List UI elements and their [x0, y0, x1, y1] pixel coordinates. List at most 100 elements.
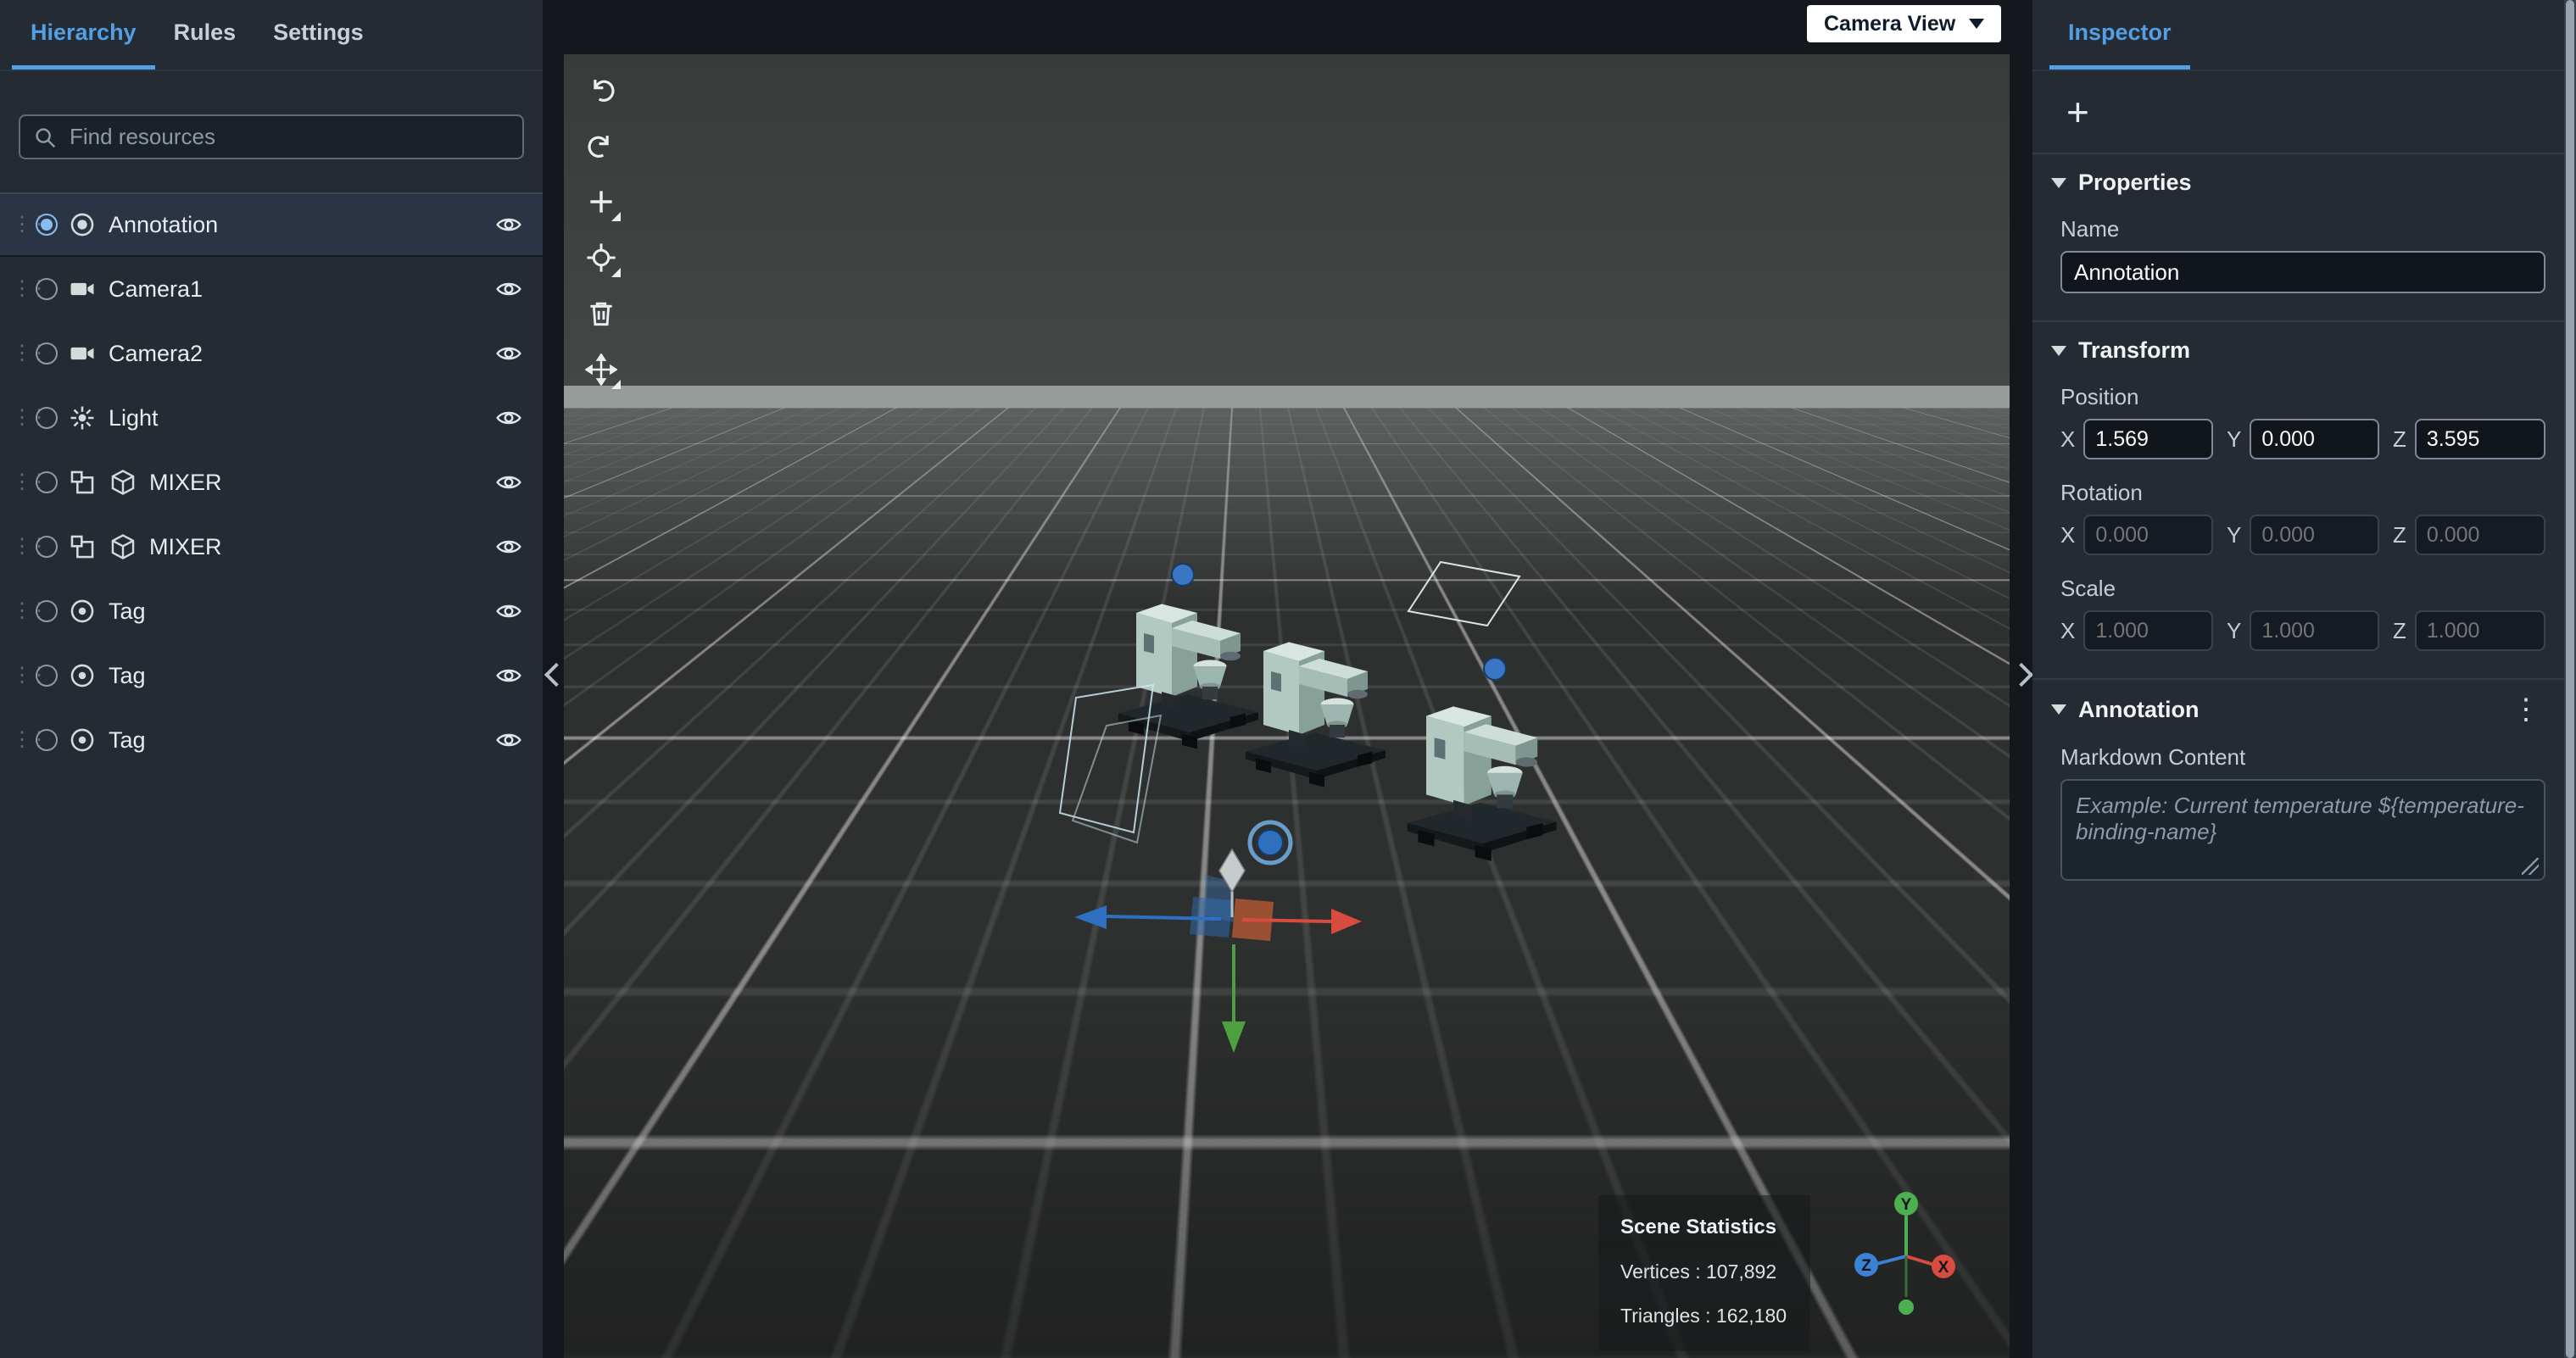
radio[interactable]: [36, 536, 58, 558]
hierarchy-panel: Hierarchy Rules Settings Annotation: [0, 0, 543, 1358]
radio[interactable]: [36, 407, 58, 429]
visibility-eye-icon[interactable]: [495, 726, 522, 754]
mixer-model-3[interactable]: [1407, 706, 1557, 861]
resize-handle-icon[interactable]: [2522, 858, 2539, 875]
search-icon: [32, 125, 58, 150]
position-row: X Y Z: [2060, 419, 2545, 459]
position-x-field[interactable]: [2083, 419, 2213, 459]
name-field[interactable]: [2060, 251, 2545, 293]
selected-anchor-handle[interactable]: [1247, 820, 1293, 865]
tree-row-annotation[interactable]: Annotation: [0, 192, 543, 257]
scene-objects-layer: Y Z X: [1058, 560, 1955, 1315]
add-component-button[interactable]: +: [2066, 92, 2089, 131]
mixer-model-2[interactable]: [1246, 642, 1386, 788]
visibility-eye-icon[interactable]: [495, 404, 522, 431]
rotation-x-field: [2083, 515, 2213, 555]
camera-icon: [68, 275, 97, 303]
tree-row-tag1[interactable]: Tag: [0, 579, 543, 643]
scrollbar-thumb[interactable]: [2566, 0, 2574, 1358]
section-properties-header[interactable]: Properties: [2051, 170, 2545, 196]
drag-handle-icon[interactable]: [12, 472, 36, 493]
tab-hierarchy[interactable]: Hierarchy: [12, 0, 155, 70]
anchor-handle-2[interactable]: [1483, 657, 1507, 681]
visibility-eye-icon[interactable]: [495, 533, 522, 560]
camera-icon: [68, 339, 97, 368]
radio[interactable]: [36, 600, 58, 622]
tree-row-camera2[interactable]: Camera2: [0, 321, 543, 386]
redo-button[interactable]: [577, 122, 625, 170]
drag-handle-icon[interactable]: [12, 730, 36, 750]
section-properties: Properties Name: [2032, 153, 2576, 298]
radio-selected[interactable]: [36, 214, 58, 236]
radio[interactable]: [36, 729, 58, 751]
search-input[interactable]: [19, 114, 524, 159]
radio[interactable]: [36, 471, 58, 493]
tree-row-mixer1[interactable]: MIXER: [0, 450, 543, 515]
translate-gizmo[interactable]: [1074, 848, 1362, 1053]
scene-statistics-triangles: Triangles : 162,180: [1620, 1305, 1787, 1327]
radio[interactable]: [36, 342, 58, 365]
tree-item-label: Light: [109, 404, 159, 431]
tree-row-mixer2[interactable]: MIXER: [0, 515, 543, 579]
drag-handle-icon[interactable]: [12, 279, 36, 299]
visibility-eye-icon[interactable]: [495, 340, 522, 367]
markdown-content-textarea[interactable]: [2060, 779, 2545, 881]
section-annotation: Annotation Markdown Content: [2032, 678, 2576, 890]
tree-item-label: Camera2: [109, 340, 204, 366]
tag-icon: [68, 661, 97, 690]
delete-button[interactable]: [577, 290, 625, 337]
scene-statistics-title: Scene Statistics: [1620, 1216, 1777, 1238]
placement-tool-button[interactable]: [577, 234, 625, 281]
tree-row-tag3[interactable]: Tag: [0, 708, 543, 772]
axis-z-label: Z: [2393, 521, 2406, 548]
tree-item-label: Tag: [109, 598, 146, 624]
tag-icon: [68, 726, 97, 754]
visibility-eye-icon[interactable]: [495, 275, 522, 303]
drag-handle-icon[interactable]: [12, 343, 36, 364]
section-transform: Transform Position X Y Z Rotation: [2032, 320, 2576, 656]
scene-hierarchy-tree: Annotation Camera1 Camera2: [0, 192, 543, 772]
visibility-eye-icon[interactable]: [495, 469, 522, 496]
drag-handle-icon[interactable]: [12, 537, 36, 557]
add-object-button[interactable]: [577, 178, 625, 225]
drag-handle-icon[interactable]: [12, 601, 36, 621]
tree-item-label: MIXER: [149, 533, 222, 559]
camera-view-label: Camera View: [1824, 11, 1956, 36]
drag-handle-icon[interactable]: [12, 214, 36, 235]
radio[interactable]: [36, 278, 58, 300]
radio[interactable]: [36, 665, 58, 687]
tree-row-camera1[interactable]: Camera1: [0, 257, 543, 321]
collapse-right-panel-icon[interactable]: [2009, 662, 2034, 687]
drag-handle-icon[interactable]: [12, 665, 36, 686]
visibility-eye-icon[interactable]: [495, 662, 522, 689]
section-transform-header[interactable]: Transform: [2051, 337, 2545, 364]
light-icon: [68, 404, 97, 432]
tree-row-light[interactable]: Light: [0, 386, 543, 450]
tab-inspector[interactable]: Inspector: [2049, 0, 2190, 70]
viewport-toolbar: [577, 66, 625, 402]
axis-z-label: Z: [2393, 426, 2406, 452]
section-annotation-header[interactable]: Annotation: [2051, 695, 2545, 724]
panel-scrollbar: [2564, 0, 2576, 1358]
tab-settings[interactable]: Settings: [254, 0, 382, 70]
anchor-handle-1[interactable]: [1171, 563, 1195, 587]
tab-rules[interactable]: Rules: [155, 0, 255, 70]
left-tabbar: Hierarchy Rules Settings: [0, 0, 543, 71]
mixer-model-1[interactable]: [1118, 604, 1258, 749]
chevron-down-icon: [2051, 704, 2066, 715]
position-z-field[interactable]: [2414, 419, 2545, 459]
scene-canvas[interactable]: Y Z X Scene Statistics Vertices: 107,89…: [564, 54, 2010, 1358]
visibility-eye-icon[interactable]: [495, 598, 522, 625]
drag-handle-icon[interactable]: [12, 408, 36, 428]
section-title: Annotation: [2078, 696, 2200, 722]
resource-search: [19, 114, 524, 159]
position-y-field[interactable]: [2250, 419, 2379, 459]
tree-row-tag2[interactable]: Tag: [0, 643, 543, 708]
axis-orientation-gizmo[interactable]: Y Z X: [1854, 1192, 1955, 1315]
visibility-eye-icon[interactable]: [495, 211, 522, 238]
move-tool-button[interactable]: [577, 346, 625, 393]
kebab-menu-icon[interactable]: [2506, 695, 2545, 724]
tree-item-label: Tag: [109, 662, 146, 688]
undo-button[interactable]: [577, 66, 625, 114]
camera-view-dropdown[interactable]: Camera View: [1807, 5, 2002, 42]
